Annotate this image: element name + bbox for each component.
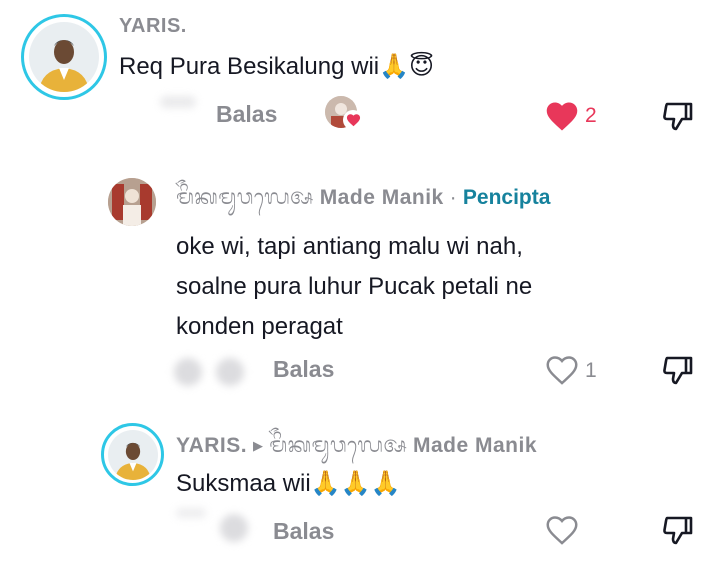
- comment-text: Suksmaa wii🙏🙏🙏: [176, 470, 401, 497]
- comment-username[interactable]: YARIS.: [176, 434, 247, 457]
- heart-outline-icon[interactable]: [544, 354, 580, 386]
- like-count: 1: [585, 359, 597, 382]
- heart-outline-icon[interactable]: [544, 514, 580, 546]
- reply-to-username[interactable]: Made Manik: [413, 434, 537, 457]
- avatar-image: [29, 22, 99, 92]
- creator-liked-avatar: [325, 96, 363, 132]
- comment-text-line: soalne pura luhur Pucak petali ne: [176, 273, 533, 300]
- blurred-avatar: [176, 508, 206, 518]
- like-count: 2: [585, 104, 597, 127]
- avatar-image: [107, 429, 158, 480]
- blurred-avatar: [174, 358, 202, 386]
- separator: ·: [449, 186, 458, 209]
- thumbs-down-icon[interactable]: [660, 512, 696, 548]
- reply-button[interactable]: Balas: [216, 101, 277, 128]
- heart-badge-icon: [343, 110, 363, 130]
- reply-button[interactable]: Balas: [273, 518, 334, 545]
- comment-text: Req Pura Besikalung wii🙏😇: [119, 53, 435, 80]
- reply-to-balinese-script[interactable]: ᬫᬶᭂᬓᬫᬸᬯᬮᬾᬅ: [269, 434, 407, 457]
- creator-badge: Pencipta: [462, 186, 551, 209]
- blurred-avatar: [220, 514, 248, 542]
- heart-filled-icon[interactable]: [544, 100, 580, 132]
- blurred-avatar: [216, 358, 244, 386]
- comment-text: oke wi, tapi antiang malu wi nah, soalne…: [176, 227, 532, 347]
- thumbs-down-icon[interactable]: [660, 98, 696, 134]
- reply-button[interactable]: Balas: [273, 356, 334, 383]
- avatar[interactable]: [21, 14, 107, 100]
- avatar[interactable]: [108, 178, 156, 226]
- comment-header: YARIS. ▶ ᬫᬶᭂᬓᬫᬸᬯᬮᬾᬅ Made Manik: [176, 431, 537, 468]
- comment-username[interactable]: YARIS.: [119, 15, 187, 38]
- reply-arrow-icon: ▶: [252, 438, 264, 453]
- comment-text-line: oke wi, tapi antiang malu wi nah,: [176, 233, 523, 260]
- blurred-avatars: [160, 96, 196, 108]
- comment-username[interactable]: Made Manik: [320, 186, 444, 209]
- thumbs-down-icon[interactable]: [660, 352, 696, 388]
- username-balinese-script[interactable]: ᬫᬶᭂᬓᬫᬸᬯᬮᬾᬅ: [176, 186, 314, 209]
- avatar[interactable]: [101, 423, 164, 486]
- comment-text-line: konden peragat: [176, 313, 343, 340]
- comment-header: ᬫᬶᭂᬓᬫᬸᬯᬮᬾᬅ Made Manik · Pencipta: [176, 183, 550, 220]
